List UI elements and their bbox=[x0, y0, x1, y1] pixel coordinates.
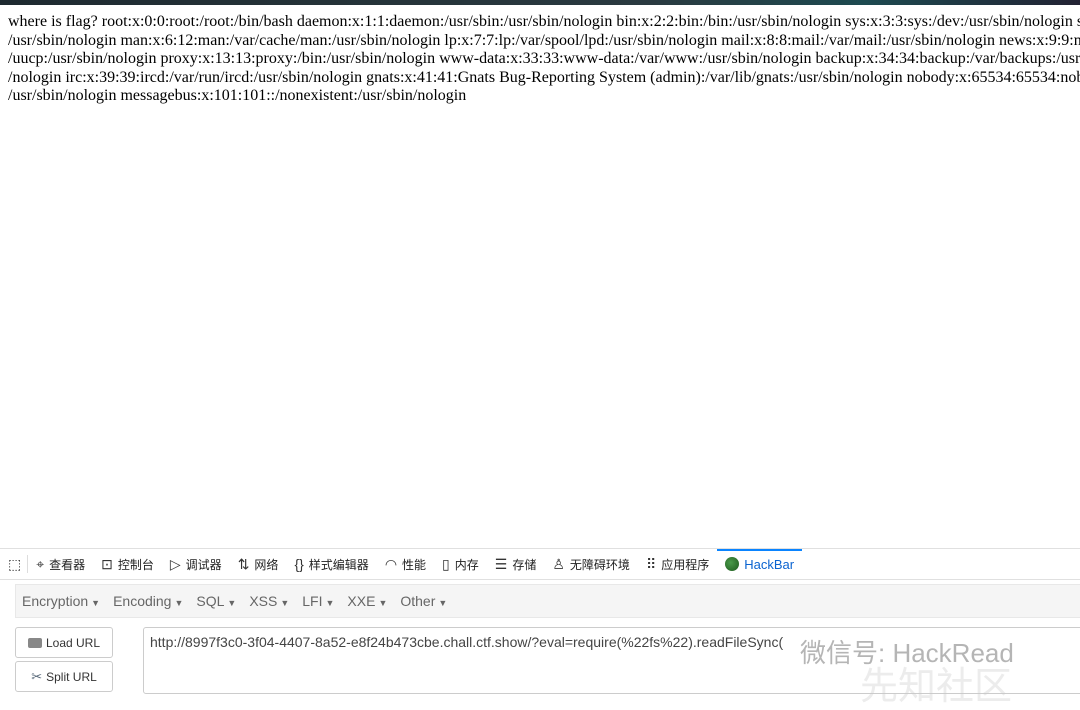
menu-label: XXE bbox=[347, 593, 376, 609]
button-label: Split URL bbox=[46, 669, 97, 684]
tab-label: 网络 bbox=[254, 557, 279, 572]
tab-label: 存储 bbox=[512, 557, 537, 572]
watermark-wechat: 微信号: HackRead bbox=[800, 638, 1014, 668]
menu-other[interactable]: Other ▼ bbox=[394, 593, 454, 609]
page-top-banner bbox=[0, 0, 1080, 5]
button-label: Load URL bbox=[45, 635, 101, 650]
menu-label: XSS bbox=[249, 593, 278, 609]
output-line: /usr/sbin/nologin messagebus:x:101:101::… bbox=[8, 87, 467, 105]
tab-label: 控制台 bbox=[117, 557, 154, 572]
caret-down-icon: ▼ bbox=[438, 598, 448, 608]
caret-down-icon: ▼ bbox=[174, 598, 184, 608]
tab-label: 样式编辑器 bbox=[308, 557, 369, 572]
load-icon bbox=[27, 637, 42, 648]
tab-debugger[interactable]: ▷ 调试器 bbox=[162, 549, 230, 579]
scissors-icon: ✂ bbox=[31, 668, 43, 684]
menu-sql[interactable]: SQL ▼ bbox=[190, 593, 243, 609]
tab-label: HackBar bbox=[744, 556, 795, 572]
devtools-tabbar: ⬚ ⌖ 查看器 ⊡ 控制台 ▷ 调试器 ⇅ 网络 {} 样式编辑器 ◠ 性能 ▯ 内存 ☰ 存储… bbox=[0, 549, 1080, 580]
caret-down-icon: ▼ bbox=[325, 598, 335, 608]
output-line: /nologin irc:x:39:39:ircd:/var/run/ircd:… bbox=[8, 68, 1080, 86]
tab-inspector[interactable]: ⌖ 查看器 bbox=[28, 549, 93, 579]
menu-label: Encoding bbox=[113, 593, 172, 609]
menu-label: LFI bbox=[302, 593, 323, 609]
style-editor-icon: {} bbox=[294, 556, 304, 572]
menu-label: SQL bbox=[196, 593, 225, 609]
tab-label: 查看器 bbox=[49, 557, 86, 572]
hackbar-menubar: Encryption ▼ Encoding ▼ SQL ▼ XSS ▼ LFI ▼ XXE… bbox=[15, 584, 1080, 618]
network-icon: ⇅ bbox=[237, 555, 250, 572]
tab-console[interactable]: ⊡ 控制台 bbox=[93, 549, 162, 579]
caret-down-icon: ▼ bbox=[227, 598, 237, 608]
page-output: where is flag? root:x:0:0:root:/root:/bi… bbox=[8, 13, 1080, 106]
caret-down-icon: ▼ bbox=[91, 598, 101, 608]
tab-memory[interactable]: ▯ 内存 bbox=[434, 549, 487, 579]
menu-encoding[interactable]: Encoding ▼ bbox=[107, 593, 190, 609]
console-icon: ⊡ bbox=[101, 555, 113, 572]
tab-label: 调试器 bbox=[185, 557, 222, 572]
menu-label: Encryption bbox=[22, 593, 89, 609]
storage-icon: ☰ bbox=[494, 555, 508, 572]
load-url-button[interactable]: Load URL bbox=[15, 627, 113, 658]
menu-label: Other bbox=[400, 593, 436, 609]
accessibility-icon: ♙ bbox=[552, 555, 565, 572]
hackbar-icon bbox=[725, 557, 740, 571]
menu-xss[interactable]: XSS ▼ bbox=[243, 593, 296, 609]
caret-down-icon: ▼ bbox=[378, 598, 388, 608]
menu-xxe[interactable]: XXE ▼ bbox=[341, 593, 394, 609]
inspector-icon: ⌖ bbox=[36, 555, 45, 572]
tab-network[interactable]: ⇅ 网络 bbox=[230, 549, 287, 579]
tab-label: 应用程序 bbox=[661, 557, 710, 572]
tab-performance[interactable]: ◠ 性能 bbox=[377, 549, 434, 579]
tab-accessibility[interactable]: ♙ 无障碍环境 bbox=[544, 549, 638, 579]
tab-storage[interactable]: ☰ 存储 bbox=[487, 549, 545, 579]
memory-icon: ▯ bbox=[442, 555, 450, 572]
tab-label: 性能 bbox=[402, 557, 427, 572]
split-url-button[interactable]: ✂ Split URL bbox=[15, 661, 113, 692]
debugger-icon: ▷ bbox=[169, 555, 181, 572]
caret-down-icon: ▼ bbox=[280, 598, 290, 608]
tab-label: 无障碍环境 bbox=[569, 557, 630, 572]
application-icon: ⠿ bbox=[645, 555, 657, 572]
element-picker-icon: ⬚ bbox=[8, 555, 22, 572]
output-line: /usr/sbin/nologin man:x:6:12:man:/var/ca… bbox=[8, 31, 1080, 49]
performance-icon: ◠ bbox=[384, 555, 398, 572]
element-picker-button[interactable]: ⬚ bbox=[0, 555, 29, 573]
tab-hackbar[interactable]: HackBar bbox=[717, 549, 802, 579]
menu-lfi[interactable]: LFI ▼ bbox=[296, 593, 341, 609]
menu-encryption[interactable]: Encryption ▼ bbox=[16, 593, 107, 609]
tab-label: 内存 bbox=[454, 557, 479, 572]
tab-application[interactable]: ⠿ 应用程序 bbox=[638, 549, 717, 579]
output-line: /uucp:/usr/sbin/nologin proxy:x:13:13:pr… bbox=[8, 50, 1080, 68]
tab-style-editor[interactable]: {} 样式编辑器 bbox=[286, 549, 376, 579]
output-line: where is flag? root:x:0:0:root:/root:/bi… bbox=[8, 13, 1080, 30]
